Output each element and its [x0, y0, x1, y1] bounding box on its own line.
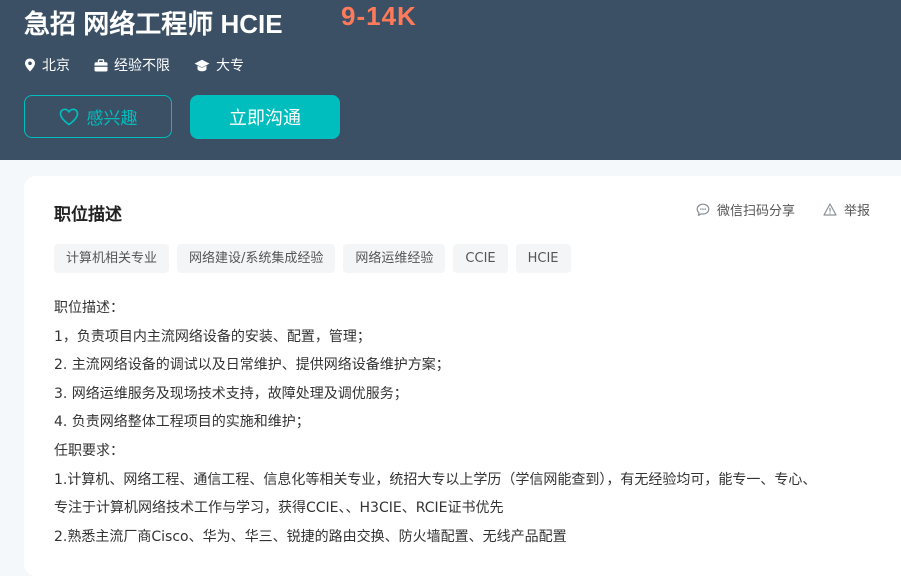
job-meta: 北京 经验不限 大专	[24, 56, 268, 74]
job-tag: CCIE	[453, 244, 508, 273]
description-line: 1.计算机、网络工程、通信工程、信息化等相关专业，统招大专以上学历（学信网能查到…	[54, 471, 817, 488]
description-line: 专注于计算机网络技术工作与学习，获得CCIE、、H3CIE、RCIE证书优先	[54, 500, 504, 517]
job-tag: 计算机相关专业	[54, 244, 170, 273]
report-label: 举报	[844, 204, 871, 219]
graduation-cap-icon	[194, 59, 210, 71]
warning-icon	[823, 203, 837, 216]
description-line: 职位描述：	[54, 300, 124, 316]
job-description-card: 职位描述 微信扫码分享 举报 计算机相关专业 网络建设/系统集成经验 网络运维经…	[24, 176, 901, 576]
job-title: 急招 网络工程师 HCIE	[24, 9, 283, 39]
location-pin-icon	[25, 58, 35, 72]
description-line: 1，负责项目内主流网络设备的安装、配置，管理；	[54, 328, 371, 345]
meta-experience-text: 经验不限	[114, 58, 170, 74]
meta-location: 北京	[24, 55, 70, 75]
description-line: 4. 负责网络整体工程项目的实施和维护；	[54, 414, 310, 431]
wechat-share-label: 微信扫码分享	[717, 204, 796, 219]
job-salary: 9-14K	[341, 1, 417, 31]
interest-button-label: 感兴趣	[86, 109, 138, 129]
interest-button[interactable]: 感兴趣	[24, 95, 172, 138]
meta-experience: 经验不限	[94, 55, 170, 75]
job-description: 职位描述： 1，负责项目内主流网络设备的安装、配置，管理； 2. 主流网络设备的…	[54, 294, 884, 551]
heart-icon	[59, 107, 78, 125]
meta-education-text: 大专	[216, 58, 244, 74]
description-line: 任职要求：	[54, 442, 124, 459]
job-tag: HCIE	[515, 244, 571, 273]
section-title: 职位描述	[54, 205, 122, 225]
description-line: 2.熟悉主流厂商Cisco、华为、华三、锐捷的路由交换、防火墙配置、无线产品配置	[54, 528, 567, 545]
chat-now-button-label: 立即沟通	[229, 108, 301, 129]
job-header: 急招 网络工程师 HCIE 9-14K 北京 经验不限 大专 感兴趣 立即沟通	[0, 0, 901, 160]
chat-bubble-icon	[696, 203, 710, 216]
description-line: 2. 主流网络设备的调试以及日常维护、提供网络设备维护方案；	[54, 357, 450, 374]
briefcase-icon	[94, 58, 108, 71]
wechat-share-button[interactable]: 微信扫码分享	[696, 200, 795, 219]
job-tags: 计算机相关专业 网络建设/系统集成经验 网络运维经验 CCIE HCIE	[54, 244, 579, 273]
card-actions: 微信扫码分享 举报	[696, 200, 870, 219]
job-tag: 网络运维经验	[343, 244, 446, 273]
chat-now-button[interactable]: 立即沟通	[190, 95, 340, 139]
report-button[interactable]: 举报	[823, 200, 870, 219]
meta-education: 大专	[194, 55, 244, 75]
job-tag: 网络建设/系统集成经验	[177, 244, 336, 273]
meta-location-text: 北京	[42, 58, 70, 74]
description-line: 3. 网络运维服务及现场技术支持，故障处理及调优服务；	[54, 385, 408, 402]
